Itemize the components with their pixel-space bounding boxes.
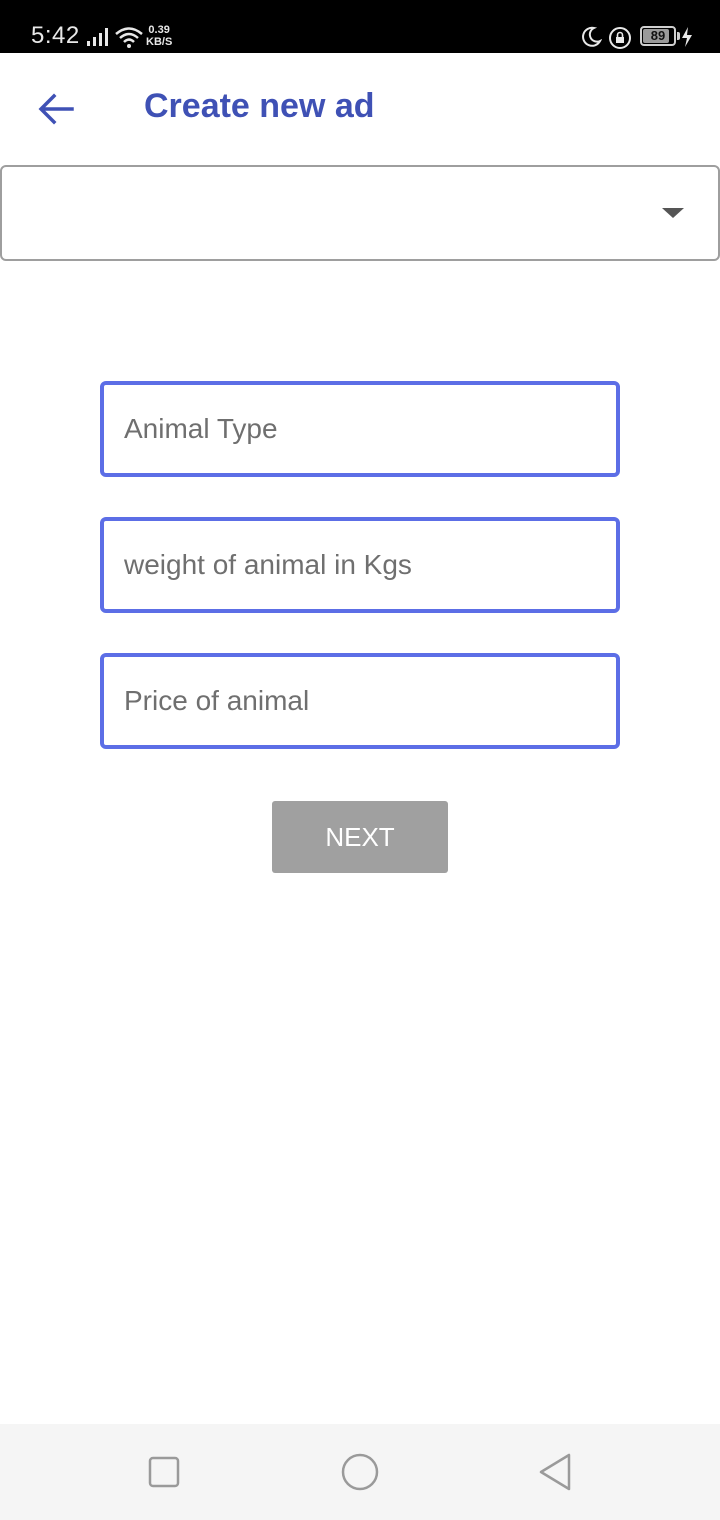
page-title: Create new ad [144, 87, 375, 125]
next-button[interactable]: NEXT [272, 801, 448, 873]
status-bar: 5:42 0.39 KB/S 89 [0, 0, 720, 53]
category-dropdown[interactable] [0, 165, 720, 261]
signal-icon [87, 28, 108, 46]
battery-tip [677, 32, 680, 40]
dropdown-arrow-icon [662, 208, 684, 218]
animal-price-input[interactable] [100, 653, 620, 749]
animal-weight-input[interactable] [100, 517, 620, 613]
navigation-bar [0, 1424, 720, 1520]
charging-bolt-icon [682, 27, 692, 47]
wifi-icon [115, 27, 143, 48]
network-speed-unit: KB/S [146, 36, 173, 48]
battery-icon: 89 [640, 26, 676, 46]
arrow-left-icon [38, 93, 74, 125]
app-bar: Create new ad [0, 53, 720, 165]
back-triangle-icon[interactable] [536, 1452, 576, 1492]
moon-icon [582, 26, 602, 47]
animal-type-input[interactable] [100, 381, 620, 477]
status-time: 5:42 [31, 22, 80, 49]
back-button[interactable] [24, 81, 88, 137]
network-speed: 0.39 KB/S [146, 24, 172, 48]
network-speed-value: 0.39 [148, 24, 170, 36]
lock-icon [609, 27, 631, 49]
recents-square-icon[interactable] [144, 1452, 184, 1492]
battery-level: 89 [650, 28, 666, 43]
home-circle-icon[interactable] [340, 1452, 380, 1492]
